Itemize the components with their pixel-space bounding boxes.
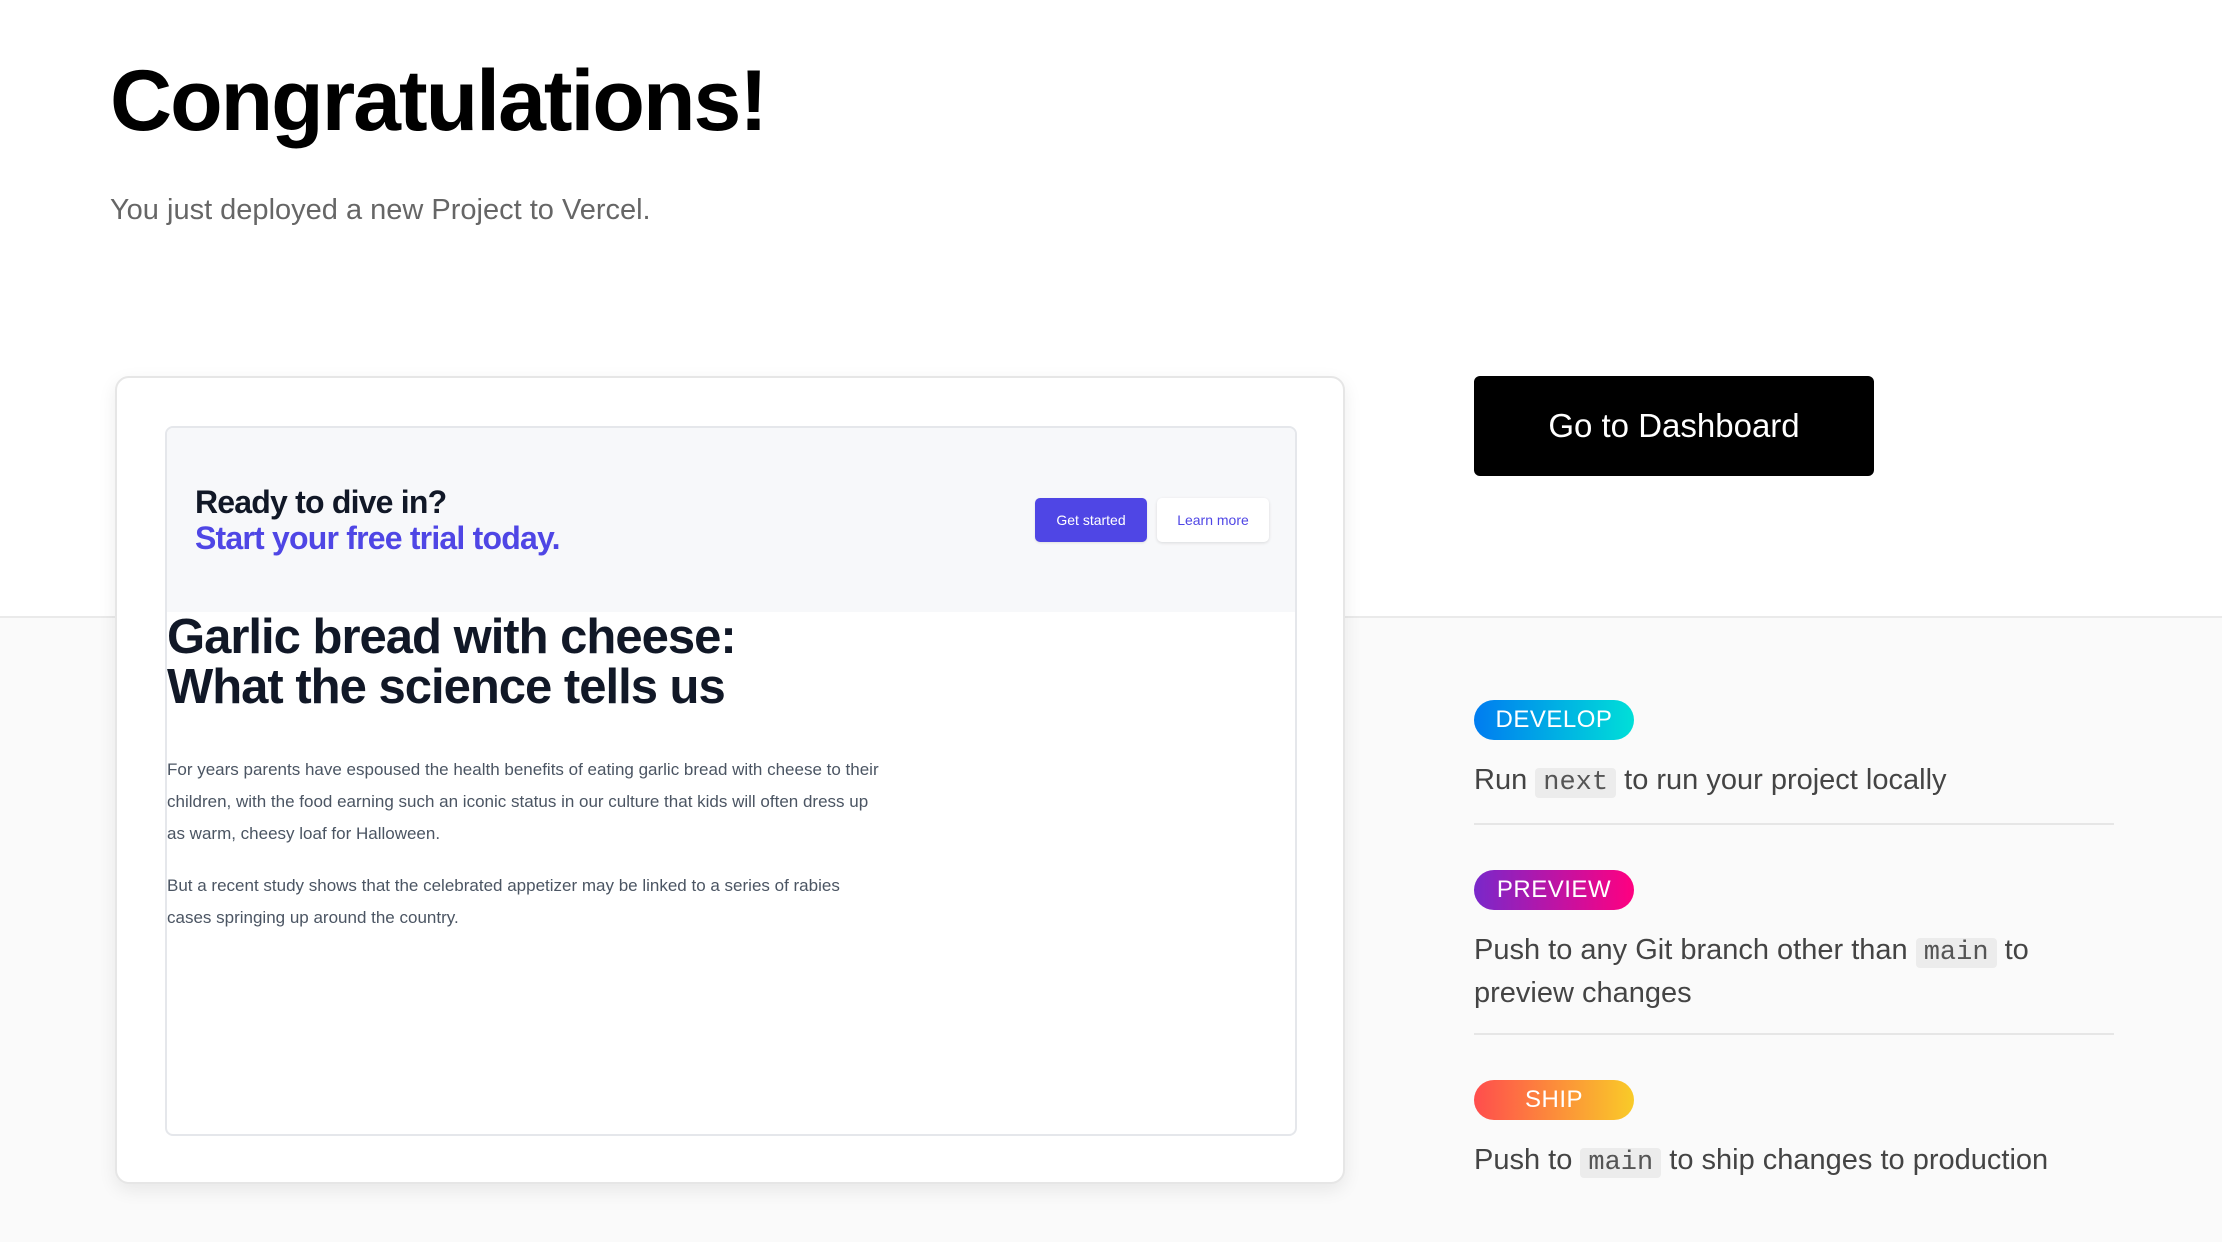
develop-badge: DEVELOP [1474,700,1634,740]
step-description: Push to main to ship changes to producti… [1474,1140,2114,1183]
preview-badge: PREVIEW [1474,870,1634,910]
cta-banner: Ready to dive in? Start your free trial … [167,428,1295,612]
cta-heading: Ready to dive in? [195,484,447,520]
deployment-preview-card[interactable]: Ready to dive in? Start your free trial … [115,376,1345,1184]
step-text-before: Run [1474,764,1528,796]
article-title-line2: What the science tells us [167,660,726,714]
step-description: Run next to run your project locally [1474,760,2114,803]
inline-code: main [1580,1148,1662,1178]
step-text-after: to ship changes to production [1669,1144,2049,1176]
go-to-dashboard-button[interactable]: Go to Dashboard [1474,376,1874,476]
inline-code: next [1535,768,1617,798]
page-title: Congratulations! [110,53,768,149]
inline-code: main [1915,938,1997,968]
article-paragraph: For years parents have espoused the heal… [167,760,879,843]
step-text-after: to run your project locally [1624,764,1947,796]
page-subtitle: You just deployed a new Project to Verce… [110,194,651,226]
article-title-line1: Garlic bread with cheese: [167,610,737,664]
learn-more-button: Learn more [1157,498,1269,542]
step-preview: PREVIEW Push to any Git branch other tha… [1474,870,2114,1035]
step-ship: SHIP Push to main to ship changes to pro… [1474,1080,2114,1183]
step-text-before: Push to any Git branch other than [1474,934,1908,966]
step-text-before: Push to [1474,1144,1573,1176]
divider [1474,823,2114,825]
step-description: Push to any Git branch other than main t… [1474,930,2114,1013]
article-title: Garlic bread with cheese: What the scien… [167,612,867,712]
preview-screenshot: Ready to dive in? Start your free trial … [165,426,1297,1136]
cta-subheading: Start your free trial today. [195,520,560,556]
get-started-button: Get started [1035,498,1147,542]
article-paragraph: But a recent study shows that the celebr… [167,876,840,927]
step-develop: DEVELOP Run next to run your project loc… [1474,700,2114,825]
ship-badge: SHIP [1474,1080,1634,1120]
divider [1474,1033,2114,1035]
